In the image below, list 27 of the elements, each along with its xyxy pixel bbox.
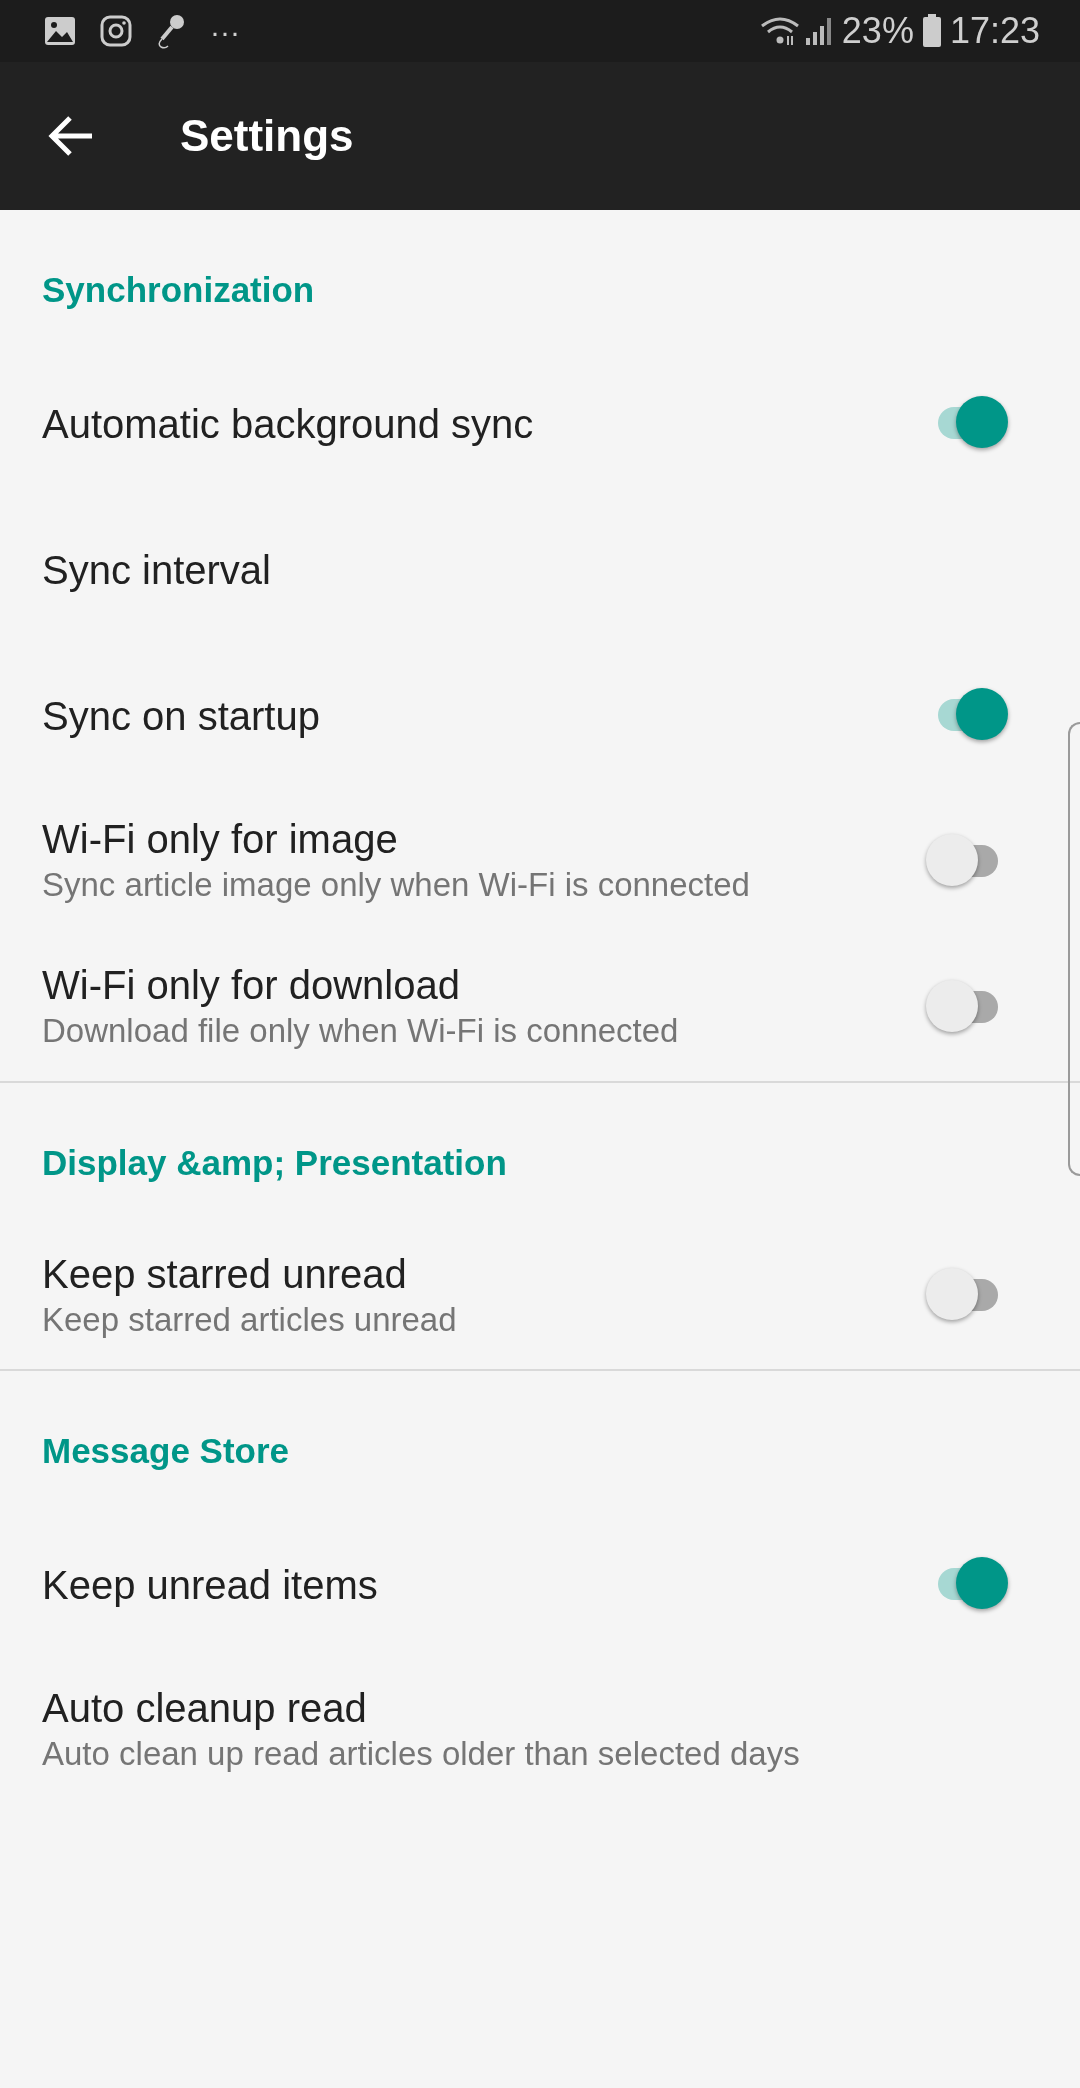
section-header: Message Store xyxy=(41,1430,291,1472)
preference-title: Auto cleanup read xyxy=(42,1685,368,1733)
section-header: Display &amp; Presentation xyxy=(41,1141,508,1184)
signal-icon xyxy=(803,16,834,46)
more-icon: ··· xyxy=(210,8,240,54)
back-button[interactable] xyxy=(48,116,94,156)
preference-summary: Auto clean up read articles older than selected days xyxy=(42,1734,801,1775)
microphone-icon xyxy=(156,13,186,49)
preference-title: Sync on startup xyxy=(42,692,321,740)
battery-icon xyxy=(921,14,942,48)
preference-title: Sync interval xyxy=(42,546,272,594)
preference-title: Wi-Fi only for download xyxy=(42,962,461,1010)
preference-title: Automatic background sync xyxy=(42,400,535,448)
preference-summary: Keep starred articles unread xyxy=(42,1299,458,1340)
battery-percent: 23% xyxy=(841,9,914,53)
section-header: Synchronization xyxy=(41,269,316,311)
preference-title: Keep unread items xyxy=(42,1561,379,1609)
preference-title: Wi-Fi only for image xyxy=(42,816,399,864)
preference-title: Keep starred unread xyxy=(42,1250,408,1298)
preference-summary: Sync article image only when Wi-Fi is connected xyxy=(42,865,751,906)
preference-summary: Download file only when Wi-Fi is connected xyxy=(42,1011,680,1052)
screen-title: Settings xyxy=(180,110,354,162)
camera-icon xyxy=(100,15,132,47)
wifi-icon xyxy=(759,16,800,46)
image-icon xyxy=(44,16,76,46)
edge-panel-handle[interactable] xyxy=(1068,722,1080,1176)
clock: 17:23 xyxy=(949,9,1040,53)
